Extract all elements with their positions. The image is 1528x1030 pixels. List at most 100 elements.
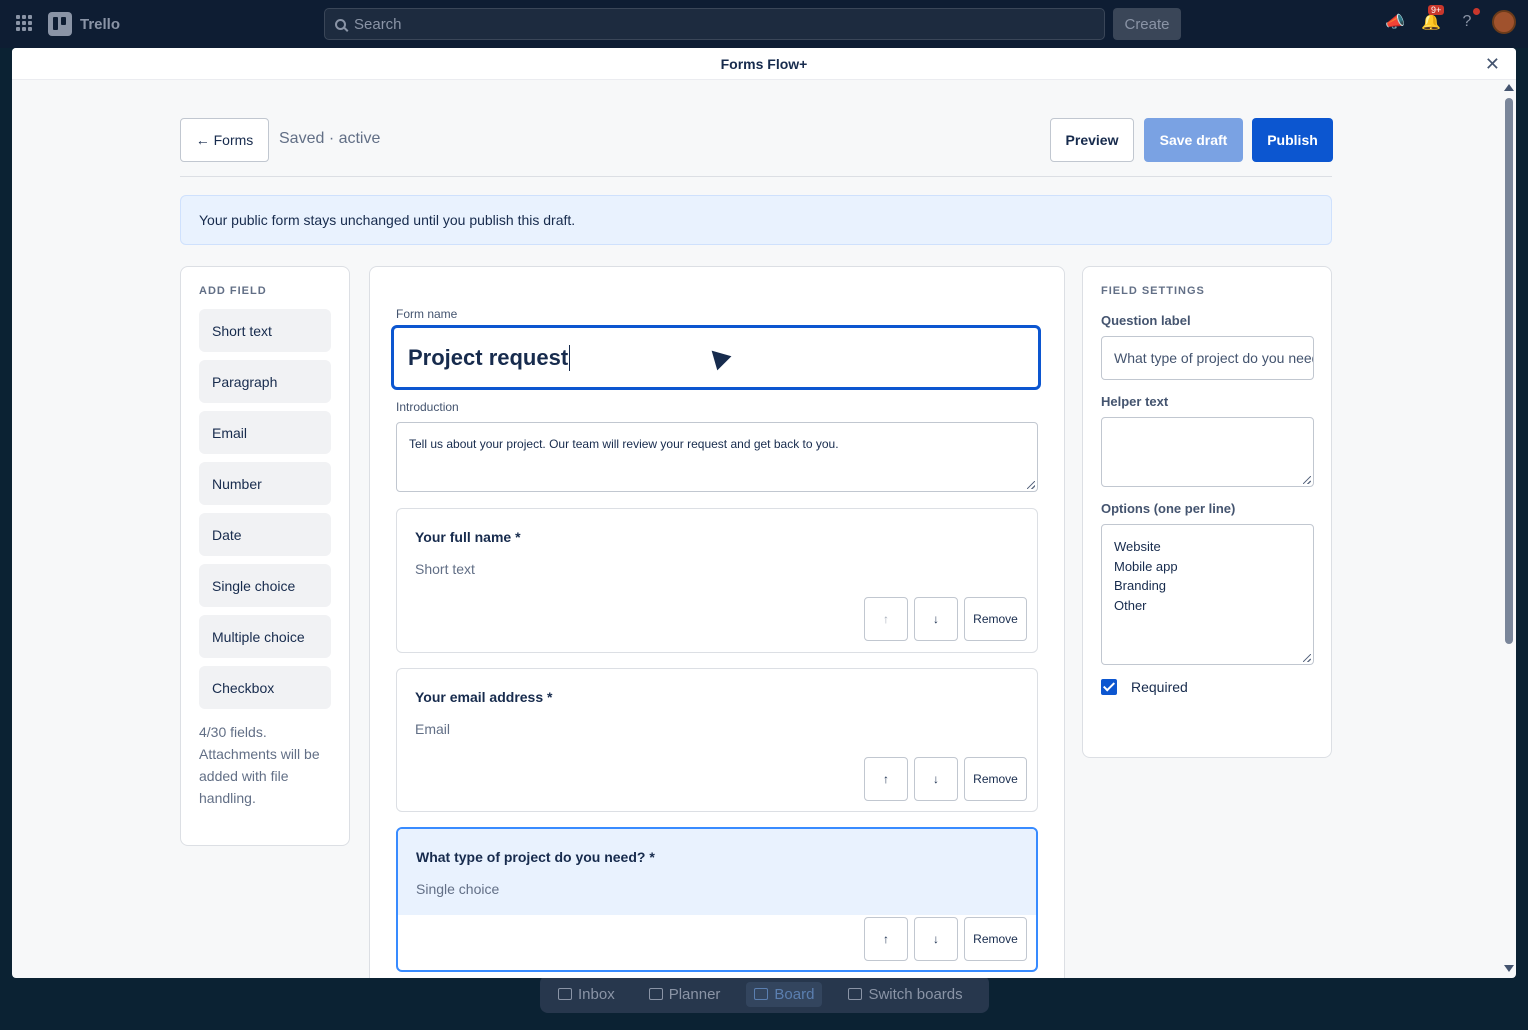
field-count-note: 4/30 fields. Attachments will be added w… — [199, 724, 320, 806]
option-line: Website — [1114, 539, 1161, 554]
remove-question-button[interactable]: Remove — [964, 597, 1027, 641]
avatar[interactable] — [1492, 10, 1516, 34]
form-editor: Form name Project request Introduction T… — [369, 266, 1065, 978]
field-settings-heading: FIELD SETTINGS — [1101, 285, 1205, 297]
calendar-icon — [648, 988, 663, 1000]
helper-text-textarea[interactable] — [1101, 417, 1314, 487]
option-line: Other — [1114, 597, 1147, 613]
add-paragraph-button[interactable]: Paragraph — [199, 360, 331, 403]
add-date-button[interactable]: Date — [199, 513, 331, 556]
resize-handle-icon[interactable] — [1303, 654, 1311, 662]
option-line: Branding — [1114, 578, 1167, 593]
form-name-value: Project request — [408, 344, 569, 370]
text-caret — [569, 344, 571, 371]
nav-switch-boards-label: Switch boards — [868, 985, 963, 1003]
modal-scrollbar[interactable] — [1504, 84, 1514, 972]
required-label: Required — [1131, 679, 1188, 695]
add-short-text-button[interactable]: Short text — [199, 309, 331, 352]
bell-icon[interactable]: 🔔 9+ — [1420, 5, 1445, 33]
save-draft-button[interactable]: Save draft — [1144, 118, 1243, 162]
modal-title: Forms Flow+ — [720, 55, 808, 72]
remove-question-button[interactable]: Remove — [964, 757, 1027, 801]
field-settings-panel: FIELD SETTINGS Question label What type … — [1082, 266, 1332, 758]
form-name-label: Form name — [396, 307, 458, 321]
publish-button[interactable]: Publish — [1252, 118, 1333, 162]
scroll-up-arrow-icon[interactable] — [1504, 84, 1514, 91]
helper-text-label: Helper text — [1101, 394, 1169, 409]
introduction-value: Tell us about your project. Our team wil… — [409, 437, 839, 451]
question-title: Your email address * — [415, 689, 553, 705]
question-type: Single choice — [416, 881, 500, 897]
resize-handle-icon[interactable] — [1027, 481, 1035, 489]
remove-question-button[interactable]: Remove — [964, 917, 1027, 961]
add-number-button[interactable]: Number — [199, 462, 331, 505]
forms-modal: Forms Flow+ ✕ ← Forms Saved · active Pre… — [12, 48, 1516, 978]
search-icon — [335, 18, 346, 30]
question-card[interactable]: Your full name * Short text ↑ ↓ Remove — [396, 508, 1038, 653]
question-card-selected[interactable]: What type of project do you need? * Sing… — [396, 827, 1038, 972]
question-title: What type of project do you need? * — [416, 849, 655, 865]
nav-board[interactable]: Board — [746, 981, 823, 1007]
question-type: Short text — [415, 561, 475, 577]
trello-topbar: Trello Search Create 📣 🔔 9+ ? — [0, 0, 1528, 48]
board-icon — [754, 988, 769, 1000]
notification-badge: 9+ — [1428, 5, 1445, 15]
introduction-label: Introduction — [396, 400, 459, 414]
nav-planner-label: Planner — [668, 985, 721, 1003]
move-up-button[interactable]: ↑ — [864, 757, 908, 801]
required-toggle-row: Required — [1101, 679, 1313, 695]
app-name: Trello — [80, 15, 121, 33]
question-title: Your full name * — [415, 529, 521, 545]
help-icon[interactable]: ? — [1456, 8, 1480, 33]
nav-inbox[interactable]: Inbox — [550, 982, 623, 1007]
preview-button[interactable]: Preview — [1050, 118, 1134, 162]
add-multiple-choice-button[interactable]: Multiple choice — [199, 615, 331, 658]
move-down-button[interactable]: ↓ — [914, 917, 958, 961]
move-up-button[interactable]: ↑ — [864, 597, 908, 641]
trello-logo[interactable]: Trello — [48, 12, 120, 36]
selected-highlight — [398, 829, 1036, 915]
trello-logo-icon — [48, 12, 72, 36]
app-switcher-icon[interactable] — [16, 15, 32, 31]
introduction-textarea[interactable]: Tell us about your project. Our team wil… — [396, 422, 1038, 492]
builder-toolbar: ← Forms Saved · active Preview Save draf… — [180, 118, 1333, 162]
search-input[interactable]: Search — [324, 8, 1105, 40]
add-field-panel: ADD FIELD Short text Paragraph Email Num… — [180, 266, 350, 846]
nav-switch-boards[interactable]: Switch boards — [840, 982, 970, 1007]
add-single-choice-button[interactable]: Single choice — [199, 564, 331, 607]
scroll-down-arrow-icon[interactable] — [1504, 965, 1514, 972]
search-placeholder: Search — [354, 15, 402, 33]
resize-handle-icon[interactable] — [1303, 476, 1311, 484]
save-status: Saved · active — [279, 130, 381, 147]
question-type: Email — [415, 721, 451, 737]
bottom-nav: Inbox Planner Board Switch boards — [540, 975, 989, 1013]
option-line: Mobile app — [1114, 558, 1178, 574]
megaphone-icon[interactable]: 📣 — [1384, 11, 1406, 33]
question-label-label: Question label — [1101, 313, 1191, 328]
add-checkbox-button[interactable]: Checkbox — [199, 666, 331, 709]
nav-planner[interactable]: Planner — [641, 982, 729, 1007]
move-up-button[interactable]: ↑ — [864, 917, 908, 961]
add-field-heading: ADD FIELD — [199, 285, 267, 297]
options-textarea[interactable]: Website Mobile app Branding Other — [1101, 524, 1314, 665]
back-to-forms-button[interactable]: ← Forms — [180, 118, 269, 162]
question-label-value: What type of project do you need? — [1114, 350, 1314, 366]
question-card[interactable]: Your email address * Email ↑ ↓ Remove — [396, 668, 1038, 812]
move-down-button[interactable]: ↓ — [914, 757, 958, 801]
options-label: Options (one per line) — [1101, 501, 1236, 516]
help-dot-badge — [1473, 8, 1480, 15]
nav-board-label: Board — [774, 985, 815, 1003]
nav-inbox-label: Inbox — [578, 985, 615, 1003]
move-down-button[interactable]: ↓ — [914, 597, 958, 641]
question-label-input[interactable]: What type of project do you need? — [1101, 336, 1314, 380]
scrollbar-thumb[interactable] — [1505, 98, 1513, 644]
required-checkbox[interactable] — [1101, 679, 1117, 695]
draft-info-banner: Your public form stays unchanged until y… — [180, 195, 1332, 245]
add-email-button[interactable]: Email — [199, 411, 331, 454]
switch-boards-icon — [848, 988, 863, 1000]
close-icon[interactable]: ✕ — [1485, 54, 1500, 75]
inbox-icon — [558, 988, 572, 1000]
create-button[interactable]: Create — [1113, 8, 1181, 40]
modal-header: Forms Flow+ ✕ — [12, 48, 1516, 80]
divider — [180, 176, 1332, 177]
